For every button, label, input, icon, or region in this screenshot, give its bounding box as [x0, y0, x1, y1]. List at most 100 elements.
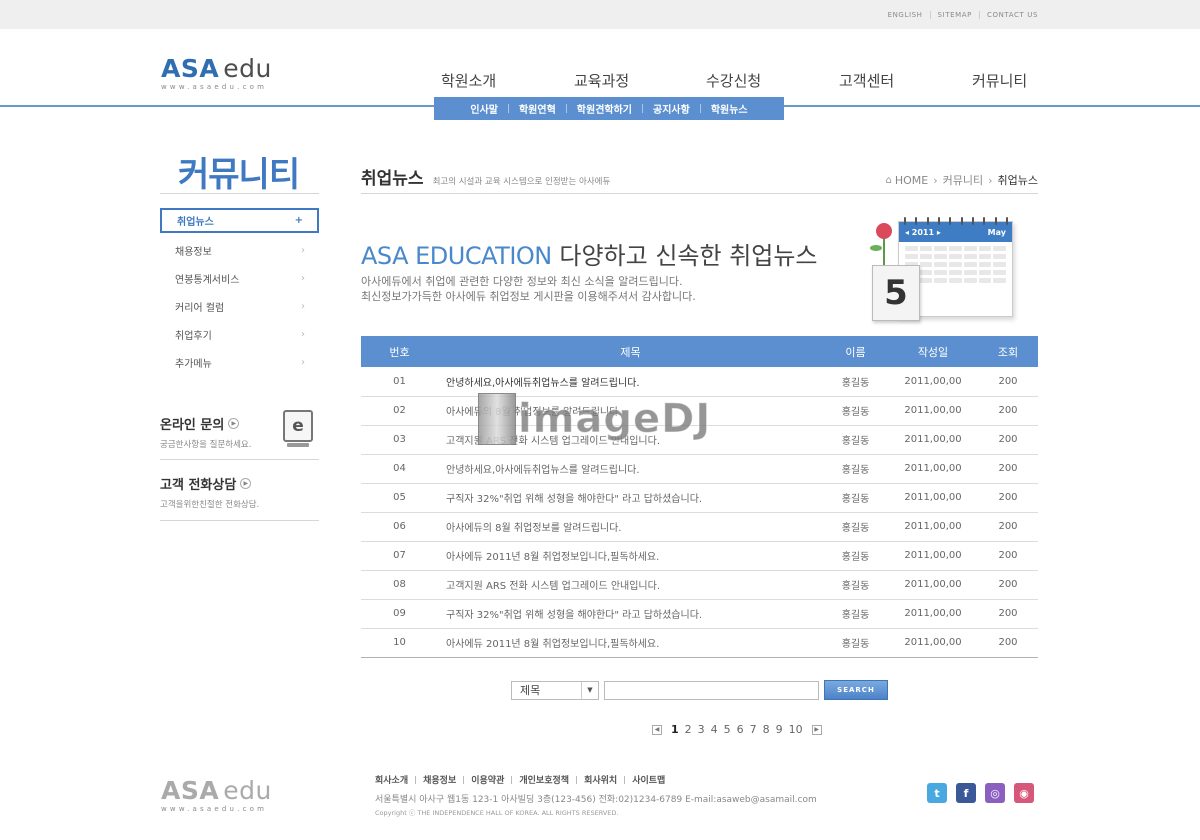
- prev-page-button[interactable]: ◀: [652, 724, 662, 735]
- footer-link-location[interactable]: 회사위치: [584, 773, 617, 786]
- twitter-icon[interactable]: t: [927, 783, 947, 803]
- top-link-contact[interactable]: CONTACT US: [987, 11, 1038, 19]
- footer-link-privacy[interactable]: 개인보호정책: [519, 773, 569, 786]
- cell-subject-link[interactable]: 안녕하세요,아사에듀취업뉴스를 알려드립니다.: [438, 454, 823, 484]
- cell-date: 2011,00,00: [888, 367, 978, 397]
- cell-subject-link[interactable]: 아사에듀 2011년 8월 취업정보입니다,필독하세요.: [438, 628, 823, 658]
- cell-number: 07: [361, 541, 438, 571]
- cell-date: 2011,00,00: [888, 483, 978, 513]
- footer-logo[interactable]: ASA edu www.asaedu.com: [161, 778, 272, 813]
- online-inquiry-box[interactable]: 온라인 문의 ▶ 궁금한사항을 질문하세요. e: [160, 410, 319, 460]
- page-number[interactable]: 8: [763, 723, 770, 736]
- table-row[interactable]: 06 아사에듀의 8월 취업정보를 알려드립니다. 홍길동 2011,00,00…: [361, 512, 1038, 542]
- breadcrumb-section[interactable]: 커뮤니티: [943, 172, 983, 188]
- subnav-item-tour[interactable]: 학원견학하기: [567, 101, 642, 116]
- cell-subject-link[interactable]: 아사에듀의 8월 취업정보를 알려드립니다.: [438, 396, 823, 426]
- table-row[interactable]: 08 고객지원 ARS 전화 시스템 업그레이드 안내입니다. 홍길동 2011…: [361, 570, 1038, 600]
- calendar-month: May: [987, 227, 1006, 237]
- site-logo[interactable]: ASA edu www.asaedu.com: [161, 56, 272, 91]
- computer-icon: e: [283, 410, 313, 447]
- page-number[interactable]: 2: [685, 723, 692, 736]
- table-row[interactable]: 07 아사에듀 2011년 8월 취업정보입니다,필독하세요. 홍길동 2011…: [361, 541, 1038, 571]
- page-number[interactable]: 4: [711, 723, 718, 736]
- next-page-button[interactable]: ▶: [811, 724, 822, 735]
- page-number[interactable]: 9: [776, 723, 783, 736]
- facebook-icon[interactable]: f: [956, 783, 976, 803]
- cell-subject-link[interactable]: 고객지원 ARS 전화 시스템 업그레이드 안내입니다.: [438, 425, 823, 455]
- cell-date: 2011,00,00: [888, 396, 978, 426]
- subnav-item-greeting[interactable]: 인사말: [460, 101, 508, 116]
- calendar-day-card: 5: [872, 265, 920, 321]
- divider: [361, 193, 1038, 194]
- page-number[interactable]: 3: [698, 723, 705, 736]
- page-number[interactable]: 6: [737, 723, 744, 736]
- rose-stem: [883, 237, 885, 267]
- page-number[interactable]: 7: [750, 723, 757, 736]
- footer-link-company[interactable]: 회사소개: [375, 773, 408, 786]
- table-row[interactable]: 09 구직자 32%"취업 위해 성형을 해야한다" 라고 답하셨습니다. 홍길…: [361, 599, 1038, 629]
- phone-consult-box[interactable]: 고객 전화상담 ▶ 고객을위한친절한 전화상담.: [160, 474, 319, 521]
- search-select-value: 제목: [520, 684, 541, 697]
- top-link-english[interactable]: ENGLISH: [888, 11, 923, 19]
- footer-link-recruit[interactable]: 채용정보: [423, 773, 456, 786]
- sidebar-item-recruit[interactable]: 채용정보 ›: [160, 236, 319, 264]
- sidebar-menu: 취업뉴스 + 채용정보 › 연봉통계서비스 › 커리어 컬럼 › 취업후기 › …: [160, 208, 319, 376]
- cell-number: 09: [361, 599, 438, 629]
- sidebar-item-reviews[interactable]: 취업후기 ›: [160, 320, 319, 348]
- gnb-item-courses[interactable]: 교육과정: [574, 70, 629, 91]
- global-nav: 학원소개 교육과정 수강신청 고객센터 커뮤니티: [405, 70, 1065, 92]
- cell-number: 08: [361, 570, 438, 600]
- cell-subject-link[interactable]: 안녕하세요,아사에듀취업뉴스를 알려드립니다.: [438, 367, 823, 397]
- breadcrumb-current: 취업뉴스: [997, 174, 1038, 187]
- rose-icon: [876, 223, 892, 239]
- instagram-icon[interactable]: ◉: [1014, 783, 1034, 803]
- cell-subject-link[interactable]: 아사에듀 2011년 8월 취업정보입니다,필독하세요.: [438, 541, 823, 571]
- sidebar-item-career[interactable]: 커리어 컬럼 ›: [160, 292, 319, 320]
- search-field-select[interactable]: 제목 ▼: [511, 680, 599, 700]
- calendar-header: ◂ 2011 ▸ May: [899, 222, 1012, 242]
- footer-logo-url: www.asaedu.com: [161, 805, 268, 813]
- cell-name: 홍길동: [823, 425, 888, 455]
- messenger-icon[interactable]: ◎: [985, 783, 1005, 803]
- table-row[interactable]: 01 안녕하세요,아사에듀취업뉴스를 알려드립니다. 홍길동 2011,00,0…: [361, 367, 1038, 397]
- table-header-row: 번호 제목 이름 작성일 조회: [361, 336, 1038, 367]
- divider: [576, 775, 578, 784]
- subnav-item-news[interactable]: 학원뉴스: [701, 101, 758, 116]
- gnb-item-support[interactable]: 고객센터: [839, 70, 894, 91]
- footer-link-terms[interactable]: 이용약관: [471, 773, 504, 786]
- banner-heading-ko: 다양하고 신속한 취업뉴스: [551, 242, 818, 270]
- gnb-item-about[interactable]: 학원소개: [441, 70, 496, 91]
- table-row[interactable]: 02 아사에듀의 8월 취업정보를 알려드립니다. 홍길동 2011,00,00…: [361, 396, 1038, 426]
- table-row[interactable]: 03 고객지원 ARS 전화 시스템 업그레이드 안내입니다. 홍길동 2011…: [361, 425, 1038, 455]
- footer-links: 회사소개 채용정보 이용약관 개인보호정책 회사위치 사이트맵: [375, 773, 665, 786]
- sidebar-item-job-news[interactable]: 취업뉴스 +: [160, 208, 319, 233]
- cell-subject-link[interactable]: 구직자 32%"취업 위해 성형을 해야한다" 라고 답하셨습니다.: [438, 599, 823, 629]
- cell-number: 10: [361, 628, 438, 658]
- chevron-right-icon: ›: [301, 328, 305, 340]
- search-button[interactable]: SEARCH: [824, 680, 888, 700]
- footer-link-sitemap[interactable]: 사이트맵: [632, 773, 665, 786]
- cell-views: 200: [978, 599, 1038, 629]
- table-row[interactable]: 04 안녕하세요,아사에듀취업뉴스를 알려드립니다. 홍길동 2011,00,0…: [361, 454, 1038, 484]
- gnb-item-enroll[interactable]: 수강신청: [706, 70, 761, 91]
- search-input[interactable]: [604, 680, 819, 700]
- cell-subject-link[interactable]: 고객지원 ARS 전화 시스템 업그레이드 안내입니다.: [438, 570, 823, 600]
- page-number[interactable]: 5: [724, 723, 731, 736]
- table-row[interactable]: 10 아사에듀 2011년 8월 취업정보입니다,필독하세요. 홍길동 2011…: [361, 628, 1038, 658]
- subnav-item-notice[interactable]: 공지사항: [643, 101, 700, 116]
- page-number[interactable]: 10: [789, 723, 803, 736]
- page-number-current[interactable]: 1: [671, 723, 679, 736]
- top-link-sitemap[interactable]: SITEMAP: [938, 11, 972, 19]
- table-row[interactable]: 05 구직자 32%"취업 위해 성형을 해야한다" 라고 답하셨습니다. 홍길…: [361, 483, 1038, 513]
- plus-icon: +: [294, 215, 303, 226]
- subnav-item-history[interactable]: 학원연혁: [509, 101, 566, 116]
- cell-subject-link[interactable]: 아사에듀의 8월 취업정보를 알려드립니다.: [438, 512, 823, 542]
- sidebar-item-salary[interactable]: 연봉통계서비스 ›: [160, 264, 319, 292]
- gnb-item-community[interactable]: 커뮤니티: [972, 70, 1027, 91]
- cell-subject-link[interactable]: 구직자 32%"취업 위해 성형을 해야한다" 라고 답하셨습니다.: [438, 483, 823, 513]
- sidebar-item-extra[interactable]: 추가메뉴 ›: [160, 348, 319, 376]
- cell-name: 홍길동: [823, 628, 888, 658]
- phone-consult-title: 고객 전화상담: [160, 478, 237, 493]
- cell-date: 2011,00,00: [888, 425, 978, 455]
- breadcrumb-home[interactable]: HOME: [895, 174, 928, 187]
